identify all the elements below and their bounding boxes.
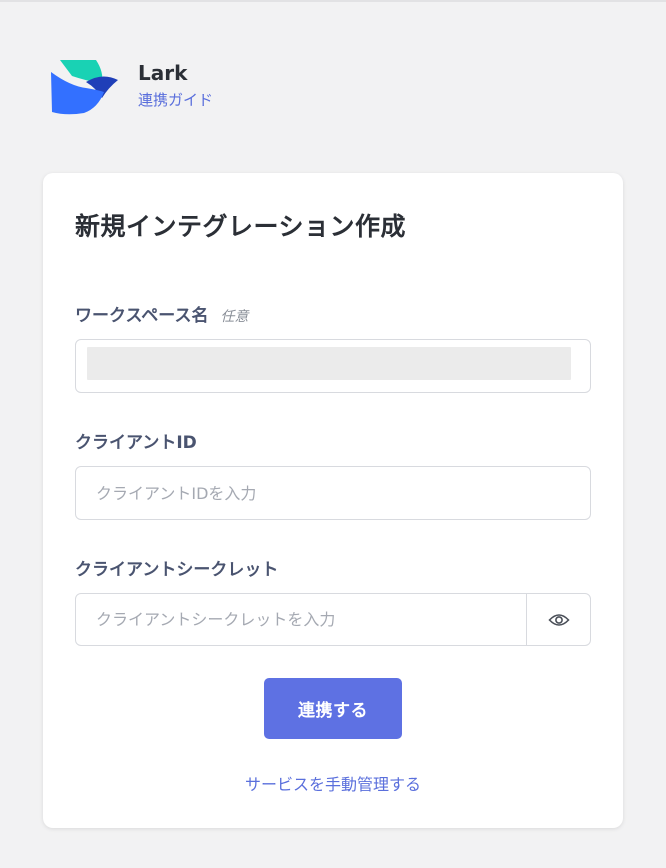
client-secret-field[interactable] bbox=[75, 593, 591, 646]
client-id-label: クライアントID bbox=[75, 433, 197, 453]
client-id-input[interactable] bbox=[76, 467, 590, 519]
show-secret-toggle-button[interactable] bbox=[527, 594, 591, 645]
window-top-border bbox=[0, 0, 666, 2]
brand-header: Lark 連携ガイド bbox=[50, 58, 213, 116]
manual-manage-link[interactable]: サービスを手動管理する bbox=[43, 771, 623, 795]
workspace-name-field[interactable] bbox=[75, 339, 591, 393]
page-title: 新規インテグレーション作成 bbox=[75, 212, 407, 241]
optional-tag: 任意 bbox=[220, 309, 249, 325]
brand-text: Lark 連携ガイド bbox=[138, 60, 213, 111]
workspace-name-label: ワークスペース名 任意 bbox=[75, 301, 248, 326]
client-secret-label: クライアントシークレット bbox=[75, 560, 279, 580]
lark-logo-icon bbox=[51, 60, 118, 115]
integration-form-card: 新規インテグレーション作成 ワークスペース名 任意 クライアントID クライアント… bbox=[43, 173, 623, 828]
brand-name: Lark bbox=[138, 61, 188, 85]
client-id-field[interactable] bbox=[75, 466, 591, 520]
connect-button[interactable]: 連携する bbox=[264, 678, 402, 739]
workspace-name-input[interactable] bbox=[76, 340, 590, 392]
client-secret-input[interactable] bbox=[76, 594, 526, 645]
integration-guide-link[interactable]: 連携ガイド bbox=[138, 89, 213, 111]
workspace-name-label-text: ワークスペース名 bbox=[75, 306, 209, 326]
eye-icon bbox=[548, 613, 570, 626]
